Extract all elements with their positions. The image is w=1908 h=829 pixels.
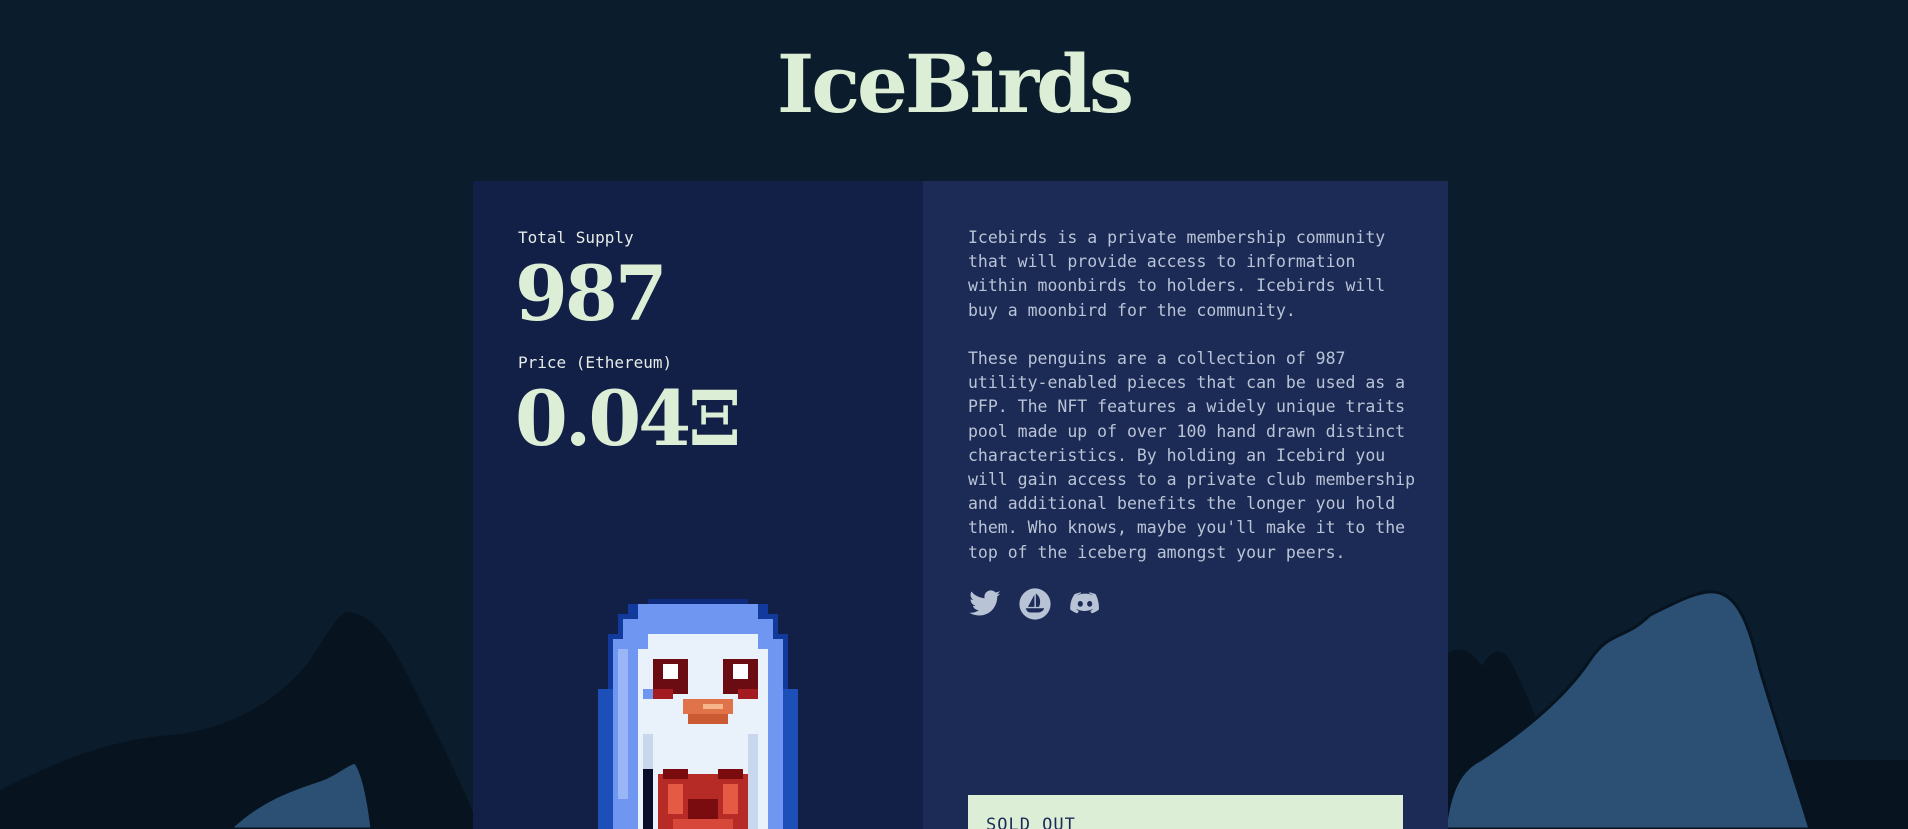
description-paragraph-1: Icebirds is a private membership communi… bbox=[968, 228, 1386, 320]
opensea-icon[interactable] bbox=[1018, 587, 1052, 621]
sold-out-button[interactable]: SOLD OUT bbox=[968, 795, 1403, 829]
discord-icon[interactable] bbox=[1068, 587, 1102, 621]
site-title: IceBirds bbox=[776, 37, 1134, 131]
description-panel: Icebirds is a private membership communi… bbox=[923, 181, 1448, 829]
twitter-icon[interactable] bbox=[968, 587, 1002, 621]
social-links bbox=[968, 587, 1102, 621]
info-card: Total Supply 987 Price (Ethereum) 0.04Ξ bbox=[473, 181, 1448, 829]
price-value: 0.04Ξ bbox=[515, 374, 742, 463]
description-paragraph-2: These penguins are a collection of 987 u… bbox=[968, 349, 1416, 562]
total-supply-value: 987 bbox=[515, 249, 668, 338]
penguin-image bbox=[598, 599, 798, 829]
price-label: Price (Ethereum) bbox=[518, 353, 673, 372]
stats-panel: Total Supply 987 Price (Ethereum) 0.04Ξ bbox=[473, 181, 923, 829]
mountain-dark-left bbox=[0, 611, 480, 829]
total-supply-label: Total Supply bbox=[518, 228, 634, 247]
